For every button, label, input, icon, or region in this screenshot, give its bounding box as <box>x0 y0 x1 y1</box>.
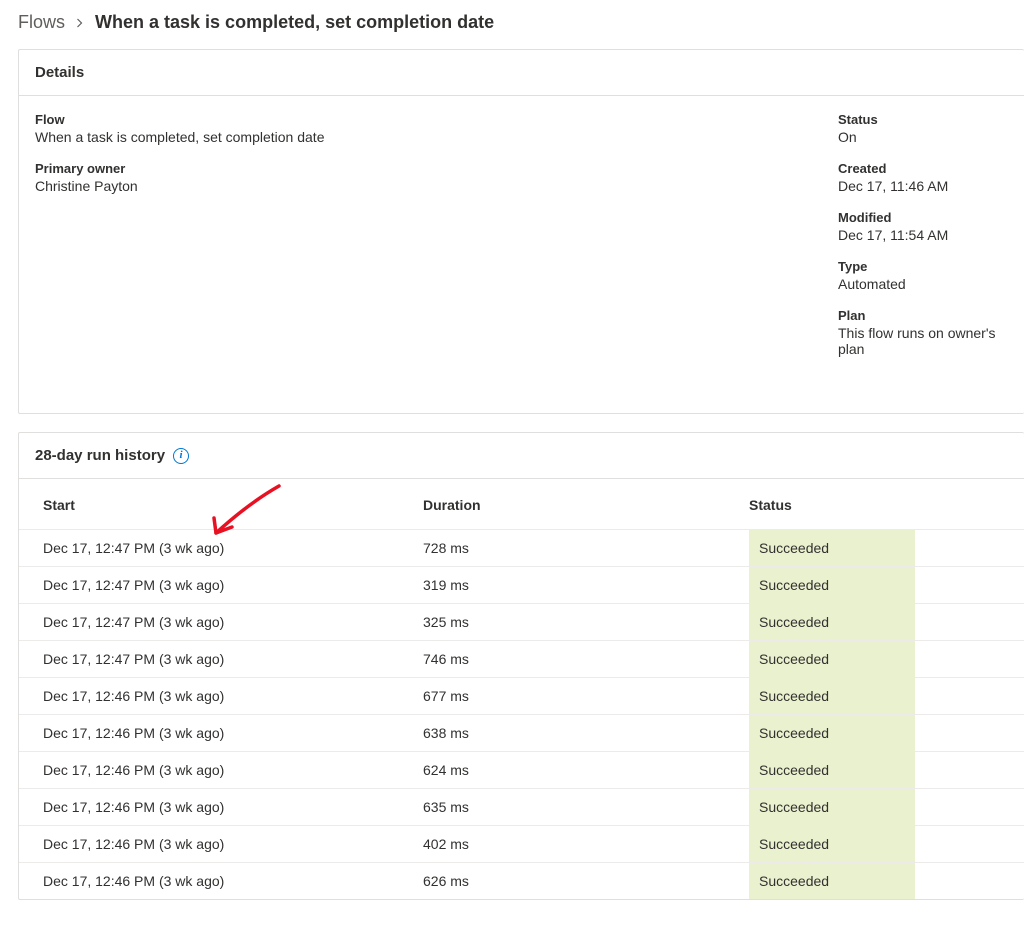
field-status: Status On <box>838 112 1008 145</box>
run-duration: 638 ms <box>423 725 749 741</box>
chevron-right-icon <box>75 15 85 31</box>
run-history-table: Start Duration Status Dec 17, 12:47 PM (… <box>19 479 1024 899</box>
run-start-time: Dec 17, 12:47 PM (3 wk ago) <box>43 614 423 630</box>
column-header-duration[interactable]: Duration <box>423 497 749 513</box>
run-start-time: Dec 17, 12:47 PM (3 wk ago) <box>43 540 423 556</box>
status-badge: Succeeded <box>749 752 915 788</box>
field-created-label: Created <box>838 161 1008 176</box>
table-row[interactable]: Dec 17, 12:47 PM (3 wk ago)746 msSucceed… <box>19 640 1024 677</box>
field-created-value: Dec 17, 11:46 AM <box>838 178 1008 194</box>
run-duration: 319 ms <box>423 577 749 593</box>
run-status-cell: Succeeded <box>749 614 1000 630</box>
info-icon[interactable]: i <box>173 448 189 464</box>
details-header-label: Details <box>35 64 84 81</box>
run-duration: 325 ms <box>423 614 749 630</box>
field-modified-label: Modified <box>838 210 1008 225</box>
run-status-cell: Succeeded <box>749 688 1000 704</box>
run-duration: 728 ms <box>423 540 749 556</box>
field-flow: Flow When a task is completed, set compl… <box>35 112 838 145</box>
run-start-time: Dec 17, 12:46 PM (3 wk ago) <box>43 688 423 704</box>
field-modified-value: Dec 17, 11:54 AM <box>838 227 1008 243</box>
run-status-cell: Succeeded <box>749 873 1000 889</box>
run-duration: 402 ms <box>423 836 749 852</box>
details-card: Details Flow When a task is completed, s… <box>18 49 1024 414</box>
run-start-time: Dec 17, 12:46 PM (3 wk ago) <box>43 725 423 741</box>
table-row[interactable]: Dec 17, 12:46 PM (3 wk ago)402 msSucceed… <box>19 825 1024 862</box>
run-start-time: Dec 17, 12:46 PM (3 wk ago) <box>43 762 423 778</box>
table-row[interactable]: Dec 17, 12:47 PM (3 wk ago)728 msSucceed… <box>19 529 1024 566</box>
details-left-column: Flow When a task is completed, set compl… <box>35 112 838 373</box>
field-primary-owner-label: Primary owner <box>35 161 838 176</box>
details-right-column: Status On Created Dec 17, 11:46 AM Modif… <box>838 112 1008 373</box>
field-primary-owner: Primary owner Christine Payton <box>35 161 838 194</box>
status-badge: Succeeded <box>749 678 915 714</box>
status-badge: Succeeded <box>749 604 915 640</box>
table-row[interactable]: Dec 17, 12:46 PM (3 wk ago)635 msSucceed… <box>19 788 1024 825</box>
field-plan: Plan This flow runs on owner's plan <box>838 308 1008 357</box>
run-status-cell: Succeeded <box>749 762 1000 778</box>
run-start-time: Dec 17, 12:46 PM (3 wk ago) <box>43 836 423 852</box>
status-badge: Succeeded <box>749 789 915 825</box>
details-header: Details <box>19 50 1024 96</box>
run-start-time: Dec 17, 12:47 PM (3 wk ago) <box>43 577 423 593</box>
field-status-value: On <box>838 129 1008 145</box>
run-duration: 635 ms <box>423 799 749 815</box>
status-badge: Succeeded <box>749 530 915 566</box>
status-badge: Succeeded <box>749 641 915 677</box>
run-start-time: Dec 17, 12:46 PM (3 wk ago) <box>43 873 423 889</box>
column-header-start[interactable]: Start <box>43 497 423 513</box>
run-history-header-label: 28-day run history <box>35 447 165 464</box>
status-badge: Succeeded <box>749 715 915 751</box>
table-row[interactable]: Dec 17, 12:46 PM (3 wk ago)626 msSucceed… <box>19 862 1024 899</box>
field-type-value: Automated <box>838 276 1008 292</box>
field-type: Type Automated <box>838 259 1008 292</box>
run-status-cell: Succeeded <box>749 836 1000 852</box>
breadcrumb-current: When a task is completed, set completion… <box>95 12 494 33</box>
status-badge: Succeeded <box>749 863 915 899</box>
column-header-status[interactable]: Status <box>749 497 1000 513</box>
run-duration: 624 ms <box>423 762 749 778</box>
field-status-label: Status <box>838 112 1008 127</box>
run-history-card: 28-day run history i Start Duration Stat… <box>18 432 1024 900</box>
run-history-header: 28-day run history i <box>19 433 1024 479</box>
field-type-label: Type <box>838 259 1008 274</box>
breadcrumb: Flows When a task is completed, set comp… <box>18 12 1024 33</box>
field-created: Created Dec 17, 11:46 AM <box>838 161 1008 194</box>
run-status-cell: Succeeded <box>749 651 1000 667</box>
field-primary-owner-value: Christine Payton <box>35 178 838 194</box>
run-history-table-header: Start Duration Status <box>19 479 1024 529</box>
run-status-cell: Succeeded <box>749 577 1000 593</box>
details-body: Flow When a task is completed, set compl… <box>19 96 1024 413</box>
field-flow-label: Flow <box>35 112 838 127</box>
run-duration: 677 ms <box>423 688 749 704</box>
field-plan-label: Plan <box>838 308 1008 323</box>
field-modified: Modified Dec 17, 11:54 AM <box>838 210 1008 243</box>
field-flow-value: When a task is completed, set completion… <box>35 129 838 145</box>
field-plan-value: This flow runs on owner's plan <box>838 325 1008 357</box>
status-badge: Succeeded <box>749 567 915 603</box>
run-status-cell: Succeeded <box>749 540 1000 556</box>
run-status-cell: Succeeded <box>749 799 1000 815</box>
run-duration: 746 ms <box>423 651 749 667</box>
table-row[interactable]: Dec 17, 12:46 PM (3 wk ago)638 msSucceed… <box>19 714 1024 751</box>
run-start-time: Dec 17, 12:46 PM (3 wk ago) <box>43 799 423 815</box>
run-status-cell: Succeeded <box>749 725 1000 741</box>
status-badge: Succeeded <box>749 826 915 862</box>
table-row[interactable]: Dec 17, 12:47 PM (3 wk ago)325 msSucceed… <box>19 603 1024 640</box>
breadcrumb-parent-link[interactable]: Flows <box>18 12 65 33</box>
table-row[interactable]: Dec 17, 12:47 PM (3 wk ago)319 msSucceed… <box>19 566 1024 603</box>
table-row[interactable]: Dec 17, 12:46 PM (3 wk ago)677 msSucceed… <box>19 677 1024 714</box>
run-duration: 626 ms <box>423 873 749 889</box>
table-row[interactable]: Dec 17, 12:46 PM (3 wk ago)624 msSucceed… <box>19 751 1024 788</box>
run-start-time: Dec 17, 12:47 PM (3 wk ago) <box>43 651 423 667</box>
